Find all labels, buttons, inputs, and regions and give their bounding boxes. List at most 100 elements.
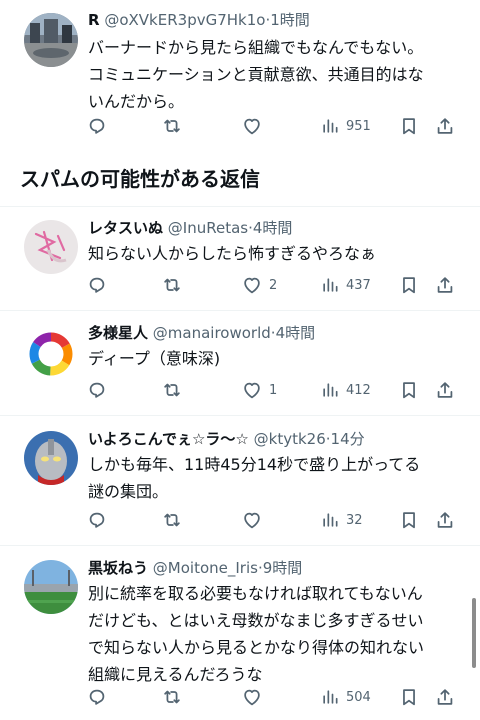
user-handle[interactable]: @manairoworld bbox=[153, 324, 271, 342]
tweet-text: しかも毎年、11時45分14秒で盛り上がってる 謎の集団。 bbox=[88, 451, 466, 505]
reply-icon bbox=[86, 509, 108, 531]
retweet-icon bbox=[161, 115, 183, 137]
avatar-color-wheel-icon bbox=[24, 327, 78, 381]
share-icon bbox=[434, 509, 456, 531]
tweet[interactable]: R @oXVkER3pvG7Hk1o·1時間 バーナードから見たら組織でもなんで… bbox=[0, 8, 480, 158]
like-icon bbox=[241, 686, 263, 708]
user-handle[interactable]: @ktytk26 bbox=[254, 430, 326, 448]
avatar[interactable] bbox=[24, 327, 78, 381]
reply-button[interactable] bbox=[86, 111, 108, 141]
bookmark-button[interactable] bbox=[398, 111, 420, 141]
retweet-icon bbox=[161, 509, 183, 531]
tweet-header: 多様星人 @manairoworld·4時間 bbox=[88, 321, 468, 345]
share-icon bbox=[434, 115, 456, 137]
avatar-photo-icon bbox=[24, 13, 78, 67]
timestamp[interactable]: 4時間 bbox=[276, 324, 316, 342]
like-button[interactable] bbox=[241, 682, 263, 712]
retweet-icon bbox=[161, 686, 183, 708]
display-name[interactable]: レタスいぬ bbox=[88, 219, 163, 237]
timestamp[interactable]: 4時間 bbox=[253, 219, 293, 237]
action-bar: 2 437 bbox=[78, 270, 468, 300]
share-button[interactable] bbox=[434, 682, 456, 712]
avatar[interactable] bbox=[24, 220, 78, 274]
share-button[interactable] bbox=[434, 270, 456, 300]
views-button[interactable]: 437 bbox=[320, 270, 371, 300]
views-icon bbox=[320, 510, 340, 530]
like-button[interactable] bbox=[241, 111, 263, 141]
timestamp[interactable]: 9時間 bbox=[263, 559, 303, 577]
bookmark-button[interactable] bbox=[398, 682, 420, 712]
like-button[interactable]: 2 bbox=[241, 270, 277, 300]
tweet-header: レタスいぬ @InuRetas·4時間 bbox=[88, 216, 468, 240]
bookmark-button[interactable] bbox=[398, 505, 420, 535]
avatar-stadium-icon bbox=[24, 560, 78, 614]
text-line: 謎の集団。 bbox=[88, 482, 169, 501]
scrollbar[interactable] bbox=[472, 598, 476, 668]
divider bbox=[0, 310, 480, 311]
avatar-drawing-icon bbox=[24, 220, 78, 274]
bookmark-button[interactable] bbox=[398, 375, 420, 405]
share-button[interactable] bbox=[434, 375, 456, 405]
timestamp[interactable]: 14分 bbox=[331, 430, 365, 448]
reply-button[interactable] bbox=[86, 682, 108, 712]
retweet-button[interactable] bbox=[161, 111, 183, 141]
reply-icon bbox=[86, 274, 108, 296]
avatar[interactable] bbox=[24, 13, 78, 67]
like-icon bbox=[241, 115, 263, 137]
bookmark-button[interactable] bbox=[398, 270, 420, 300]
divider bbox=[0, 206, 480, 207]
views-count: 951 bbox=[346, 118, 371, 134]
divider bbox=[0, 415, 480, 416]
like-count: 1 bbox=[269, 382, 278, 398]
views-button[interactable]: 412 bbox=[320, 375, 371, 405]
retweet-button[interactable] bbox=[161, 682, 183, 712]
reply-button[interactable] bbox=[86, 270, 108, 300]
bookmark-icon bbox=[398, 686, 420, 708]
retweet-button[interactable] bbox=[161, 375, 183, 405]
views-icon bbox=[320, 275, 340, 295]
reply-tweet[interactable]: レタスいぬ @InuRetas·4時間 知らない人からしたら怖すぎるやろなぁ 2… bbox=[0, 216, 480, 312]
retweet-button[interactable] bbox=[161, 505, 183, 535]
action-bar: 951 bbox=[78, 111, 468, 141]
share-icon bbox=[434, 274, 456, 296]
action-bar: 32 bbox=[78, 505, 468, 535]
display-name[interactable]: R bbox=[88, 11, 100, 29]
share-button[interactable] bbox=[434, 505, 456, 535]
views-button[interactable]: 951 bbox=[320, 111, 371, 141]
user-handle[interactable]: @oXVkER3pvG7Hk1o bbox=[104, 11, 265, 29]
like-button[interactable] bbox=[241, 505, 263, 535]
tweet-text: 知らない人からしたら怖すぎるやろなぁ bbox=[88, 240, 466, 267]
reply-button[interactable] bbox=[86, 375, 108, 405]
timestamp[interactable]: 1時間 bbox=[270, 11, 310, 29]
action-bar: 1 412 bbox=[78, 375, 468, 405]
avatar-hero-icon bbox=[24, 431, 78, 485]
avatar[interactable] bbox=[24, 560, 78, 614]
display-name[interactable]: 黒坂ねう bbox=[88, 559, 148, 577]
display-name[interactable]: 多様星人 bbox=[88, 324, 148, 342]
views-button[interactable]: 32 bbox=[320, 505, 363, 535]
user-handle[interactable]: @Moitone_Iris bbox=[153, 559, 258, 577]
spam-section-title: スパムの可能性がある返信 bbox=[20, 167, 260, 191]
bookmark-icon bbox=[398, 509, 420, 531]
reply-button[interactable] bbox=[86, 505, 108, 535]
share-button[interactable] bbox=[434, 111, 456, 141]
views-icon bbox=[320, 380, 340, 400]
like-icon bbox=[241, 274, 263, 296]
reply-tweet[interactable]: 黒坂ねう @Moitone_Iris·9時間 別に統率を取る必要もなければ取れて… bbox=[0, 556, 480, 720]
reply-icon bbox=[86, 686, 108, 708]
reply-tweet[interactable]: いよろこんでぇ☆ラ〜☆ @ktytk26·14分 しかも毎年、11時45分14秒… bbox=[0, 427, 480, 547]
tweet-text: バーナードから見たら組織でもなんでもない。 コミュニケーションと貢献意欲、共通目… bbox=[88, 34, 466, 115]
like-button[interactable]: 1 bbox=[241, 375, 277, 405]
reply-tweet[interactable]: 多様星人 @manairoworld·4時間 ディープ（意味深) 1 412 bbox=[0, 321, 480, 417]
text-line: バーナードから見たら組織でもなんでもない。 bbox=[88, 38, 424, 57]
display-name[interactable]: いよろこんでぇ☆ラ〜☆ bbox=[88, 430, 249, 448]
views-button[interactable]: 504 bbox=[320, 682, 371, 712]
user-handle[interactable]: @InuRetas bbox=[168, 219, 248, 237]
views-icon bbox=[320, 687, 340, 707]
retweet-button[interactable] bbox=[161, 270, 183, 300]
avatar[interactable] bbox=[24, 431, 78, 485]
tweet-text: 別に統率を取る必要もなければ取れてもないん だけども、とはいえ母数がなまじ多すぎ… bbox=[88, 580, 466, 688]
tweet-text: ディープ（意味深) bbox=[88, 345, 466, 372]
text-line: ディープ（意味深) bbox=[88, 349, 221, 368]
text-line: だけども、とはいえ母数がなまじ多すぎるせい bbox=[88, 611, 424, 630]
